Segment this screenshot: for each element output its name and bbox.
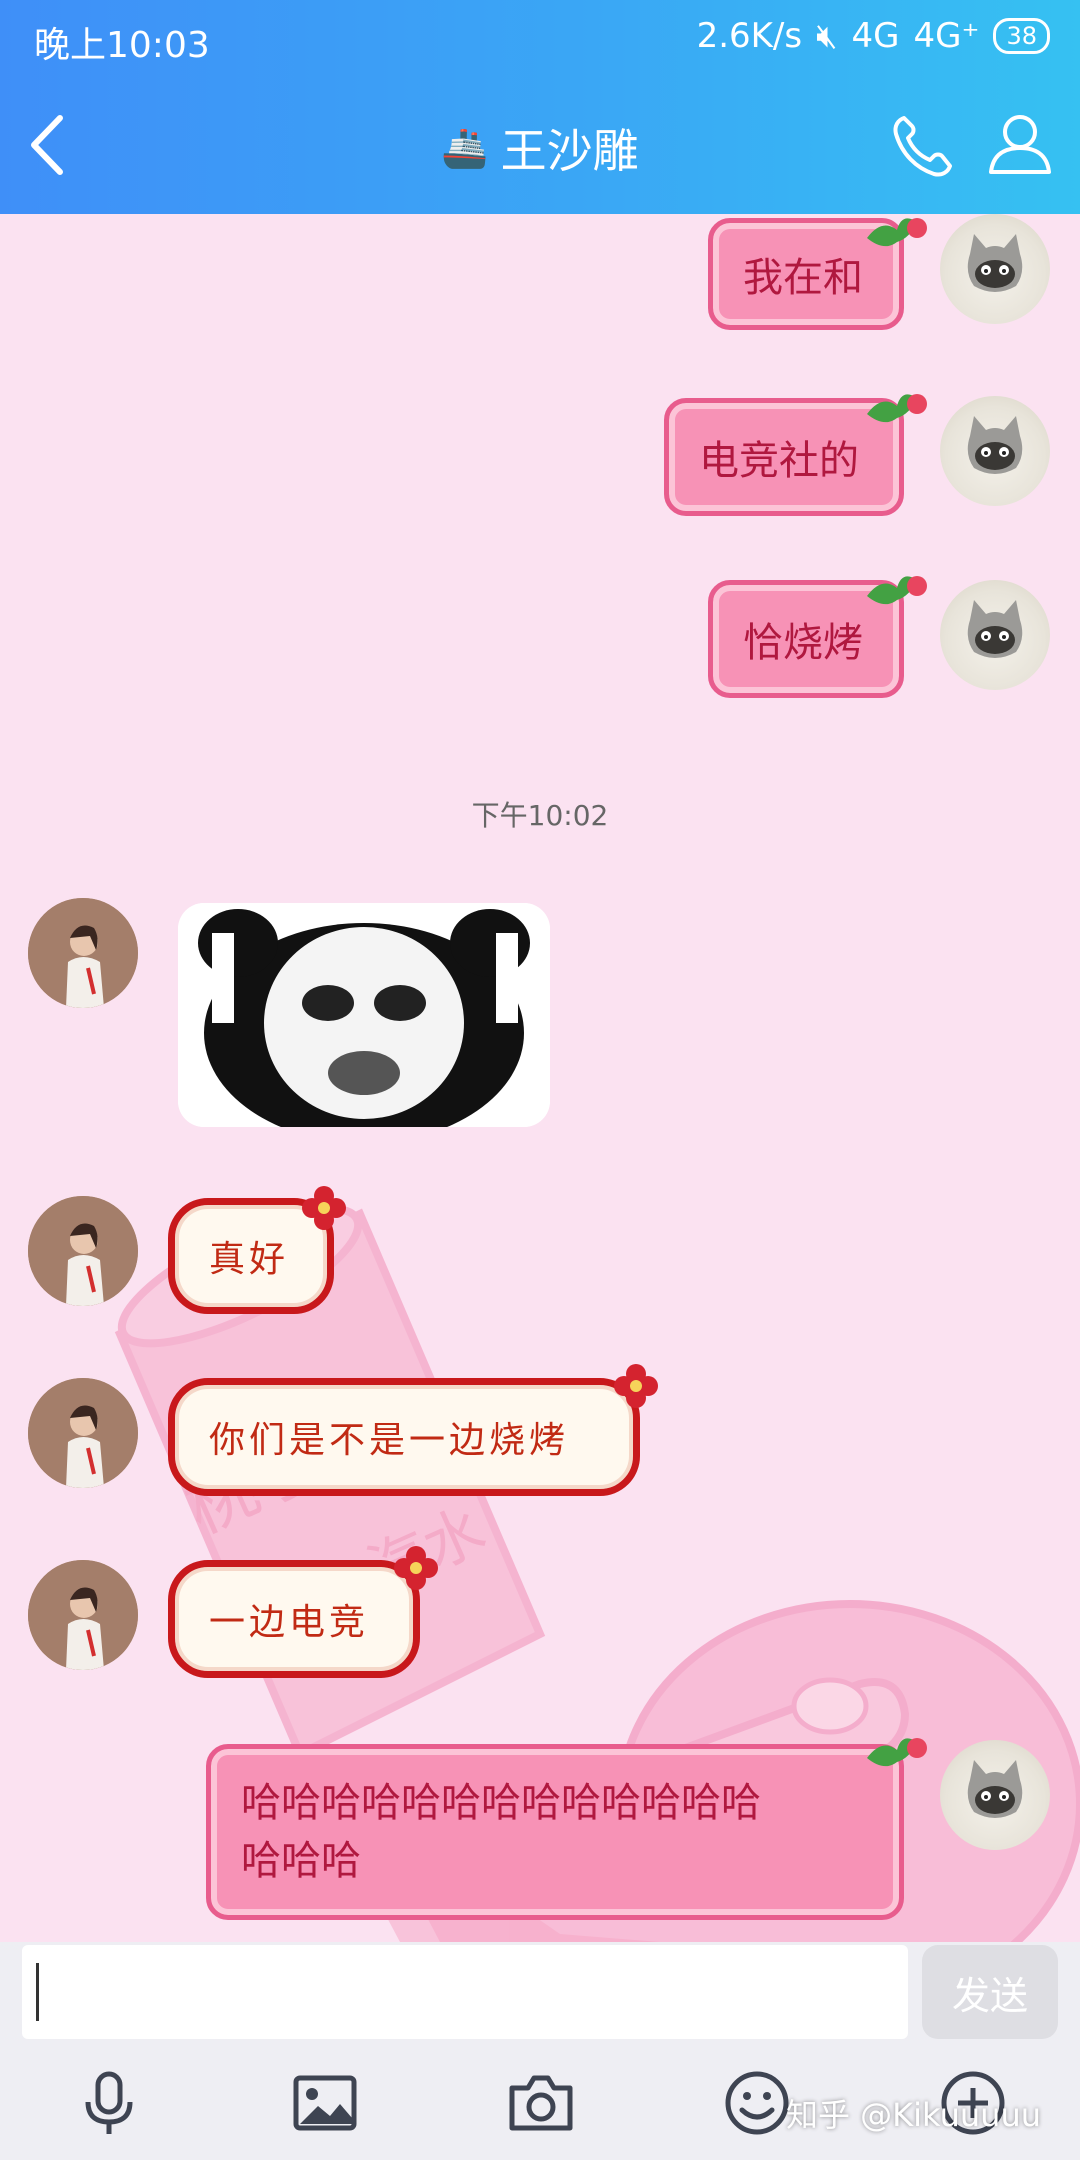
status-time: 晚上10:03 xyxy=(34,25,210,66)
flower-decoration-icon xyxy=(614,1364,658,1408)
message-bubble-received[interactable]: 你们是不是一边烧烤 xyxy=(168,1378,640,1496)
watermark: 知乎 @Kikuuuuu xyxy=(786,2096,1042,2134)
emoji-icon[interactable] xyxy=(722,2068,792,2138)
panda-sticker-image[interactable] xyxy=(178,903,550,1127)
image-icon[interactable] xyxy=(290,2068,360,2138)
message-text-line1: 哈哈哈哈哈哈哈哈哈哈哈哈哈 xyxy=(241,1780,761,1826)
message-bubble-received[interactable]: 一边电竞 xyxy=(168,1560,420,1678)
girl-avatar-icon xyxy=(28,1196,138,1306)
signal-2: 4G⁺ xyxy=(913,16,980,56)
message-text: 我在和 xyxy=(743,255,863,301)
avatar[interactable] xyxy=(940,214,1050,324)
message-text: 恰烧烤 xyxy=(743,620,863,666)
camera-icon[interactable] xyxy=(506,2068,576,2138)
avatar[interactable] xyxy=(28,898,138,1008)
contact-name: 王沙雕 xyxy=(500,124,639,178)
message-timestamp: 下午10:02 xyxy=(471,799,609,832)
girl-avatar-icon xyxy=(28,1378,138,1488)
avatar[interactable] xyxy=(28,1196,138,1306)
message-input[interactable] xyxy=(22,1945,908,2039)
message-text: 你们是不是一边烧烤 xyxy=(209,1420,570,1461)
ship-icon: 🚢 xyxy=(441,125,489,170)
cat-avatar-icon xyxy=(967,600,1023,658)
cat-avatar-icon xyxy=(967,1760,1023,1818)
flower-decoration-icon xyxy=(394,1546,438,1590)
status-indicators: 2.6K/s 🔇︎ 4G 4G⁺ 38 xyxy=(697,16,1050,56)
avatar[interactable] xyxy=(28,1560,138,1670)
contact-profile-icon[interactable] xyxy=(985,108,1055,178)
cat-avatar-icon xyxy=(967,234,1023,292)
avatar[interactable] xyxy=(940,580,1050,690)
flower-decoration-icon xyxy=(302,1186,346,1230)
chat-header: 晚上10:03 2.6K/s 🔇︎ 4G 4G⁺ 38 🚢 王沙雕 xyxy=(0,0,1080,214)
cat-avatar-icon xyxy=(967,416,1023,474)
strawberry-leaf-icon xyxy=(867,218,927,247)
panda-meme-icon xyxy=(178,903,550,1127)
avatar[interactable] xyxy=(940,1740,1050,1850)
avatar[interactable] xyxy=(940,396,1050,506)
avatar[interactable] xyxy=(28,1378,138,1488)
chat-area[interactable]: 桃子 汽水 我在和 电竞社的 xyxy=(0,214,1080,1942)
message-text: 一边电竞 xyxy=(209,1602,370,1643)
send-button[interactable]: 发送 xyxy=(922,1945,1058,2039)
girl-avatar-icon xyxy=(28,1560,138,1670)
status-bar: 晚上10:03 2.6K/s 🔇︎ 4G 4G⁺ 38 xyxy=(0,0,1080,78)
signal-1: 4G xyxy=(851,16,900,56)
mute-icon: 🔇︎ xyxy=(816,16,838,56)
microphone-icon[interactable] xyxy=(74,2068,144,2138)
message-text: 电竞社的 xyxy=(699,438,859,484)
message-text-line2: 哈哈哈 xyxy=(241,1838,361,1884)
girl-avatar-icon xyxy=(28,898,138,1008)
strawberry-leaf-icon xyxy=(867,576,927,605)
strawberry-leaf-icon xyxy=(867,394,927,423)
text-caret xyxy=(36,1963,39,2021)
network-speed: 2.6K/s xyxy=(696,16,803,56)
message-bubble-sent[interactable]: 哈哈哈哈哈哈哈哈哈哈哈哈哈 哈哈哈 xyxy=(206,1744,904,1920)
battery-icon: 38 xyxy=(993,18,1050,54)
strawberry-leaf-icon xyxy=(867,1738,927,1767)
message-text: 真好 xyxy=(209,1239,290,1280)
phone-icon[interactable] xyxy=(888,110,958,180)
